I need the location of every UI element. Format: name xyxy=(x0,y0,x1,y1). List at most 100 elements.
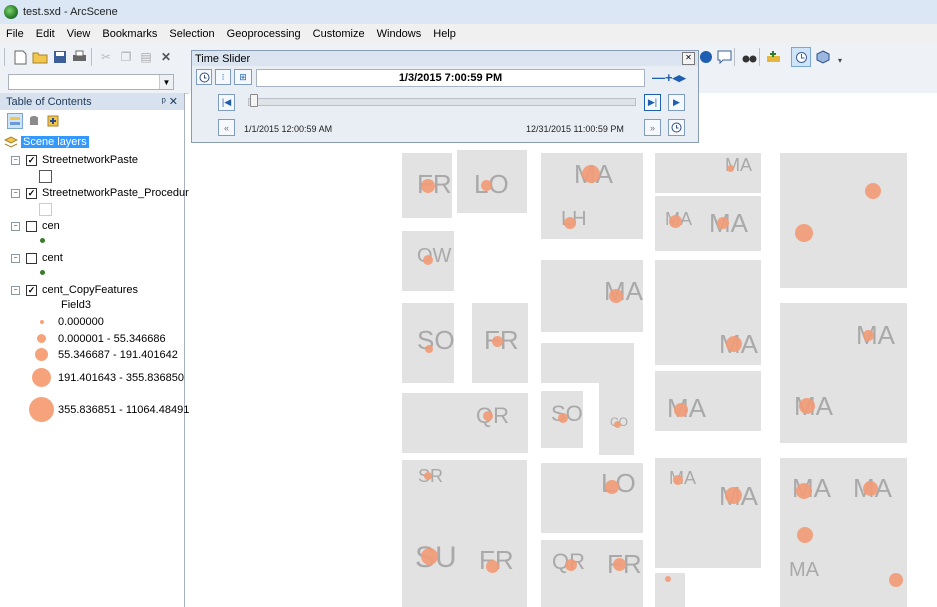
menu-view[interactable]: View xyxy=(61,28,97,40)
layer-visibility-checkbox[interactable] xyxy=(26,252,37,264)
menu-bookmarks[interactable]: Bookmarks xyxy=(96,28,163,40)
point-symbol-icon[interactable] xyxy=(40,238,45,243)
menu-help[interactable]: Help xyxy=(427,28,462,40)
collapse-icon[interactable]: − xyxy=(11,285,20,295)
feature-symbol[interactable] xyxy=(483,411,493,421)
delete-icon[interactable]: ✕ xyxy=(158,49,174,65)
procedural-symbol-swatch[interactable] xyxy=(39,203,52,216)
paste-icon[interactable]: ▤ xyxy=(138,49,154,65)
feature-symbol[interactable] xyxy=(582,165,600,183)
step-forward-icon[interactable]: » xyxy=(644,119,661,136)
add-data-icon[interactable] xyxy=(765,49,781,65)
animation-icon[interactable] xyxy=(815,49,831,65)
graduated-symbol-class-4[interactable] xyxy=(32,368,51,387)
layer-dropdown[interactable]: ▼ xyxy=(8,74,174,90)
html-popup-icon[interactable] xyxy=(716,49,732,65)
feature-symbol[interactable] xyxy=(605,480,619,494)
menu-customize[interactable]: Customize xyxy=(307,28,371,40)
feature-symbol[interactable] xyxy=(889,573,903,587)
menu-file[interactable]: File xyxy=(0,28,30,40)
layer-visibility-checkbox[interactable]: ✓ xyxy=(26,284,37,296)
print-icon[interactable] xyxy=(71,49,87,65)
toolbar-options-chevron-icon[interactable]: ▾ xyxy=(832,52,848,68)
time-extent-icon[interactable]: ⁝ xyxy=(215,69,231,85)
cut-icon[interactable]: ✂ xyxy=(98,49,114,65)
help-circle-icon[interactable] xyxy=(698,49,714,65)
open-folder-icon[interactable] xyxy=(32,49,48,65)
feature-symbol[interactable] xyxy=(486,560,499,573)
feature-symbol[interactable] xyxy=(725,487,742,504)
close-icon[interactable]: ✕ xyxy=(682,52,695,65)
collapse-icon[interactable]: − xyxy=(11,221,20,231)
time-slider-track[interactable] xyxy=(248,98,636,106)
scene-layers-row[interactable]: Scene layers xyxy=(4,136,89,148)
layer-row-cen[interactable]: − cen xyxy=(11,220,60,232)
feature-symbol[interactable] xyxy=(614,421,621,428)
step-back-icon[interactable]: « xyxy=(218,119,235,136)
feature-symbol[interactable] xyxy=(558,413,568,423)
feature-symbol[interactable] xyxy=(726,336,742,352)
menu-geoprocessing[interactable]: Geoprocessing xyxy=(221,28,307,40)
line-symbol-swatch[interactable] xyxy=(39,170,52,183)
feature-symbol[interactable] xyxy=(421,548,438,565)
feature-symbol[interactable] xyxy=(863,481,878,496)
time-slider-icon[interactable] xyxy=(791,47,811,67)
feature-symbol[interactable] xyxy=(795,224,813,242)
feature-symbol[interactable] xyxy=(674,403,688,417)
list-by-drawing-order-icon[interactable] xyxy=(7,113,23,129)
point-symbol-icon[interactable] xyxy=(40,270,45,275)
menu-edit[interactable]: Edit xyxy=(30,28,61,40)
layer-row-cent-copyfeatures[interactable]: − ✓ cent_CopyFeatures xyxy=(11,284,138,296)
feature-symbol[interactable] xyxy=(863,330,874,341)
feature-symbol[interactable] xyxy=(665,576,671,582)
new-document-icon[interactable] xyxy=(12,49,28,65)
play-icon[interactable]: ▶ xyxy=(668,94,685,111)
feature-symbol[interactable] xyxy=(796,483,812,499)
feature-symbol[interactable] xyxy=(613,558,626,571)
feature-symbol[interactable] xyxy=(421,179,435,193)
save-icon[interactable] xyxy=(52,49,68,65)
time-slider-thumb[interactable] xyxy=(250,94,259,107)
feature-symbol[interactable] xyxy=(727,165,734,172)
play-next-icon[interactable]: ▶| xyxy=(644,94,661,111)
time-slider-options-icon[interactable] xyxy=(196,69,212,85)
collapse-icon[interactable]: − xyxy=(11,155,20,165)
graduated-symbol-class-3[interactable] xyxy=(35,348,48,361)
feature-symbol[interactable] xyxy=(425,345,433,353)
feature-symbol[interactable] xyxy=(564,217,576,229)
graduated-symbol-class-5[interactable] xyxy=(29,397,54,422)
playback-options-icon[interactable] xyxy=(668,119,685,136)
graduated-symbol-class-2[interactable] xyxy=(37,334,46,343)
feature-symbol[interactable] xyxy=(673,475,683,485)
zoom-time-icon[interactable]: ⊞ xyxy=(234,69,252,85)
graduated-symbol-class-1[interactable] xyxy=(40,320,44,324)
options-icon[interactable] xyxy=(45,113,61,129)
feature-symbol[interactable] xyxy=(717,217,729,229)
collapse-icon[interactable]: − xyxy=(11,188,20,198)
feature-symbol[interactable] xyxy=(424,472,432,480)
zoom-time-controls[interactable]: —+◂▸ xyxy=(652,70,686,86)
feature-symbol[interactable] xyxy=(609,289,623,303)
layer-visibility-checkbox[interactable]: ✓ xyxy=(26,187,37,199)
layer-row-streetnetworkpaste[interactable]: − ✓ StreetnetworkPaste xyxy=(11,154,138,166)
menu-selection[interactable]: Selection xyxy=(163,28,220,40)
feature-symbol[interactable] xyxy=(799,398,815,414)
layer-row-streetnetworkpaste-procedural[interactable]: − ✓ StreetnetworkPaste_Procedur xyxy=(11,187,189,199)
time-slider-titlebar[interactable]: Time Slider ✕ xyxy=(192,51,698,66)
menu-windows[interactable]: Windows xyxy=(371,28,428,40)
layer-visibility-checkbox[interactable]: ✓ xyxy=(26,154,37,166)
feature-symbol[interactable] xyxy=(565,559,577,571)
feature-symbol[interactable] xyxy=(481,180,492,191)
list-by-source-icon[interactable] xyxy=(26,113,42,129)
toc-pin-close-icons[interactable]: ᵖ ✕ xyxy=(162,95,178,108)
go-to-beginning-icon[interactable]: |◀ xyxy=(218,94,235,111)
feature-symbol[interactable] xyxy=(669,215,682,228)
layer-visibility-checkbox[interactable] xyxy=(26,220,37,232)
feature-symbol[interactable] xyxy=(865,183,881,199)
collapse-icon[interactable]: − xyxy=(11,253,20,263)
scene-view[interactable]: FR LO MA LH MA MA MA OW MA SO FR MA MA Q… xyxy=(189,93,937,607)
layer-row-cent[interactable]: − cent xyxy=(11,252,63,264)
chevron-down-icon[interactable]: ▼ xyxy=(159,75,173,89)
feature-symbol[interactable] xyxy=(492,336,503,347)
feature-symbol[interactable] xyxy=(423,255,433,265)
